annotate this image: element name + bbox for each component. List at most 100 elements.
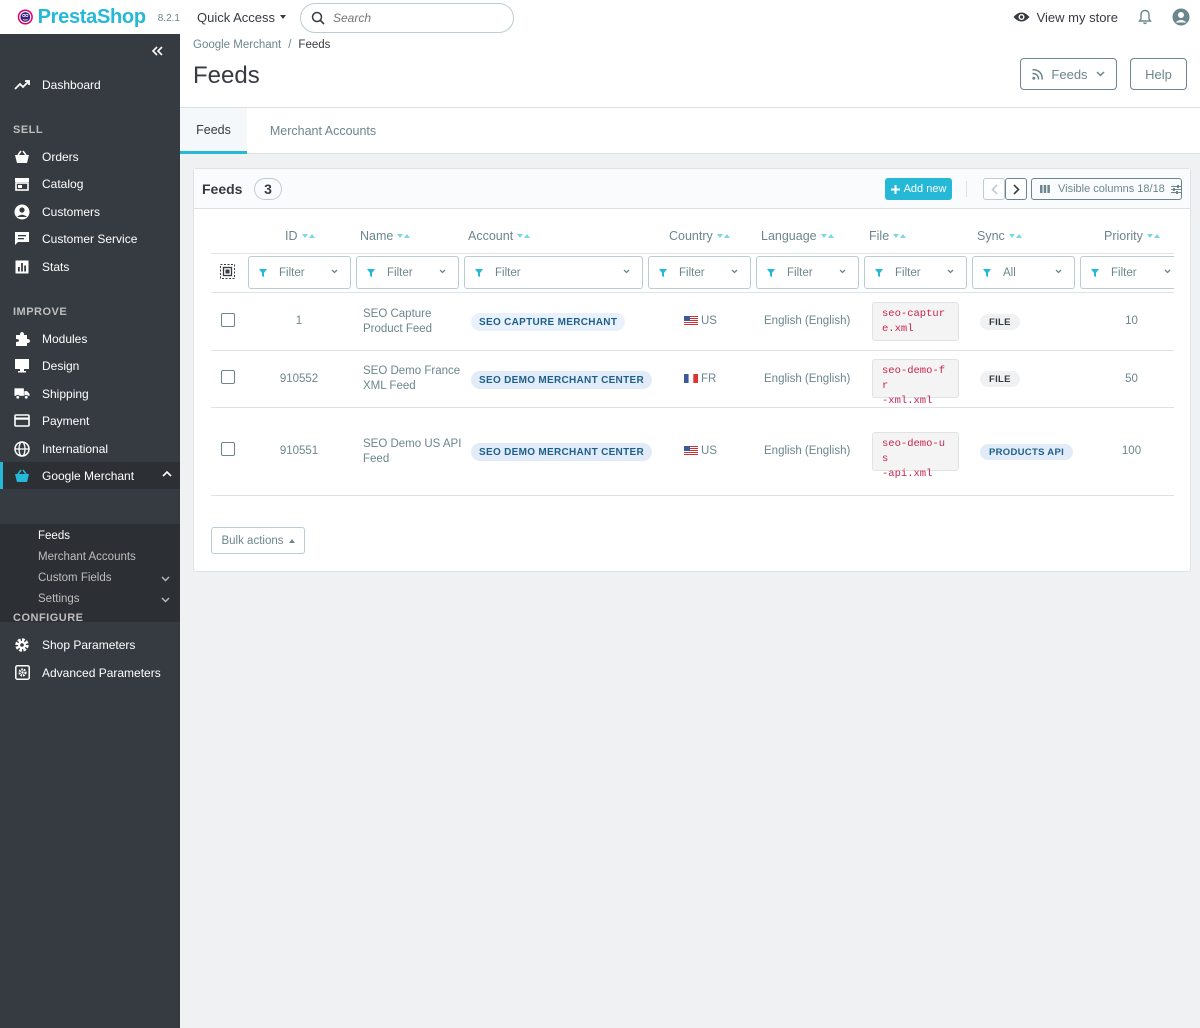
divider [211,407,1174,408]
filter-priority[interactable]: Filter [1080,256,1174,289]
row-checkbox[interactable] [221,442,235,456]
sidebar-item-customers[interactable]: Customers [0,198,180,225]
page-header: Google Merchant / Feeds Feeds Feeds Help F… [180,34,1200,154]
country-code: US [701,445,717,457]
submenu-item-settings[interactable]: Settings [38,593,80,605]
caret-up-icon [288,538,295,543]
sidebar-item-dashboard[interactable]: Dashboard [0,71,180,98]
sort-icon [1008,234,1022,238]
us-flag-icon [684,316,698,326]
submenu-item-merchant-accounts[interactable]: Merchant Accounts [38,551,136,563]
section-configure: CONFIGURE [13,612,84,624]
search-input[interactable] [333,11,493,25]
sidebar-item-stats[interactable]: Stats [0,253,180,280]
cell-id: 910551 [279,445,319,457]
file-line-1: seo-captur [882,308,946,320]
breadcrumb-link-google-merchant[interactable]: Google Merchant [193,39,281,51]
sidebar-item-shop-parameters[interactable]: Shop Parameters [0,631,180,658]
trending-up-icon [14,77,30,93]
filter-name[interactable]: Filter [356,256,459,289]
search-icon [311,11,325,25]
divider [211,253,1174,254]
basket-icon [14,149,30,165]
sort-icon [893,234,907,238]
submenu-item-feeds[interactable]: Feeds [38,530,70,542]
credit-card-icon [14,413,30,429]
column-header-country[interactable]: Country [669,229,730,243]
chevron-left-icon [990,183,998,195]
view-my-store-link[interactable]: View my store [1013,10,1118,25]
filter-file[interactable]: Filter [864,256,967,289]
sort-icon [820,234,834,238]
sidebar-item-payment[interactable]: Payment [0,407,180,434]
cell-name[interactable]: SEO Demo France XML Feed [363,364,463,394]
sidebar-item-label: Modules [42,331,88,346]
sidebar-item-advanced-parameters[interactable]: Advanced Parameters [0,659,180,686]
cell-name[interactable]: SEO Capture Product Feed [363,307,463,337]
add-new-button[interactable]: Add new [885,178,952,200]
column-header-sync[interactable]: Sync [977,229,1022,243]
column-header-name[interactable]: Name [360,229,411,243]
search-box[interactable] [300,3,514,33]
country-code: FR [701,373,717,385]
tab-merchant-accounts[interactable]: Merchant Accounts [256,108,390,154]
plus-icon [890,184,900,194]
row-checkbox[interactable] [221,370,235,384]
quick-access-dropdown[interactable]: Quick Access [197,10,287,25]
cell-country: US [684,444,717,459]
cell-country: FR [684,372,716,387]
sidebar-item-orders[interactable]: Orders [0,143,180,170]
name-line-1: SEO Demo France [363,365,461,377]
sidebar-item-design[interactable]: Design [0,352,180,379]
sidebar-item-shipping[interactable]: Shipping [0,380,180,407]
column-header-id[interactable]: ID [285,229,315,243]
name-line-2: Feed [363,453,390,465]
filter-sync[interactable]: All [972,256,1075,289]
column-header-language[interactable]: Language [761,229,834,243]
sidebar-item-catalog[interactable]: Catalog [0,170,180,197]
page-title: Feeds [193,62,260,89]
user-account-icon[interactable] [1172,8,1190,26]
column-header-file[interactable]: File [869,229,907,243]
logo[interactable]: PrestaShop 8.2.1 [17,6,180,29]
sidebar-item-customer-service[interactable]: Customer Service [0,225,180,252]
chevron-up-icon [162,470,172,477]
row-checkbox[interactable] [221,313,235,327]
filter-icon [475,268,483,277]
account-circle-icon [14,204,30,220]
bulk-actions-button[interactable]: Bulk actions [211,527,305,554]
filter-language[interactable]: Filter [756,256,859,289]
filter-id[interactable]: Filter [248,256,351,289]
version-label: 8.2.1 [157,13,180,24]
column-header-priority[interactable]: Priority [1104,229,1160,243]
filter-account[interactable]: Filter [464,256,643,289]
collapse-sidebar-icon[interactable] [151,46,163,56]
sidebar-item-label: Customer Service [42,231,138,246]
divider [211,292,1174,293]
select-all-icon[interactable] [220,264,235,279]
submenu-item-custom-fields[interactable]: Custom Fields [38,572,112,584]
next-button[interactable] [1005,178,1027,200]
sidebar-item-label: Orders [42,149,79,164]
cell-id: 910552 [279,373,319,385]
file-line-1: seo-demo-fr [882,365,946,392]
sidebar-item-label: Payment [42,413,90,428]
logo-text: PrestaShop [37,5,146,28]
feeds-dropdown-button[interactable]: Feeds [1020,58,1117,90]
sidebar-item-modules[interactable]: Modules [0,325,180,352]
visible-columns-button[interactable]: Visible columns 18/18 [1031,178,1182,200]
notifications-bell-icon[interactable] [1138,9,1152,25]
column-label: ID [285,229,298,243]
column-header-account[interactable]: Account [468,229,531,243]
cell-name[interactable]: SEO Demo US API Feed [363,437,463,467]
sidebar-item-international[interactable]: International [0,435,180,462]
sync-badge: FILE [980,371,1020,387]
sidebar-item-google-merchant[interactable]: Google Merchant [0,462,180,489]
help-button[interactable]: Help [1130,58,1187,90]
breadcrumb: Google Merchant / Feeds [193,39,330,51]
previous-button[interactable] [983,178,1005,200]
sidebar-item-label: International [42,441,109,456]
tab-feeds[interactable]: Feeds [180,108,247,154]
filter-icon [767,268,775,277]
filter-country[interactable]: Filter [648,256,751,289]
